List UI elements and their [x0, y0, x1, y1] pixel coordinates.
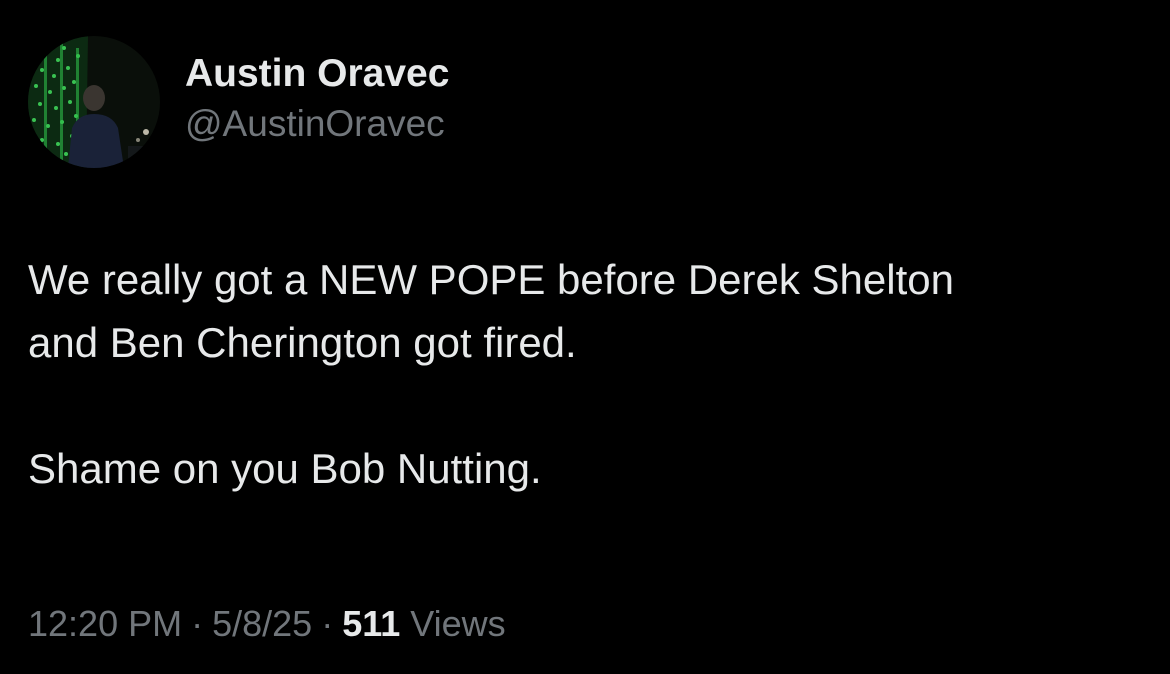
views-count: 511 [342, 603, 401, 644]
author-display-name[interactable]: Austin Oravec [185, 51, 449, 97]
tweet-time[interactable]: 12:20 PM [28, 603, 182, 644]
meta-separator: · [191, 603, 204, 644]
tweet-meta: 12:20 PM · 5/8/25 · 511 Views [28, 600, 506, 648]
meta-separator: · [321, 603, 334, 644]
avatar-image [28, 36, 160, 168]
tweet-date[interactable]: 5/8/25 [212, 603, 312, 644]
tweet-text-paragraph: Shame on you Bob Nutting. [28, 445, 542, 492]
tweet-card: Austin Oravec @AustinOravec We really go… [0, 0, 1170, 674]
tweet-text: We really got a NEW POPE before Derek Sh… [28, 248, 1148, 500]
tweet-text-line: and Ben Cherington got fired. [28, 319, 577, 366]
avatar[interactable] [28, 36, 160, 168]
tweet-text-line: We really got a NEW POPE before Derek Sh… [28, 256, 954, 303]
views-label: Views [410, 603, 506, 644]
tweet-header: Austin Oravec @AustinOravec [28, 36, 449, 168]
author-names: Austin Oravec @AustinOravec [185, 51, 449, 147]
author-handle[interactable]: @AustinOravec [185, 101, 449, 147]
